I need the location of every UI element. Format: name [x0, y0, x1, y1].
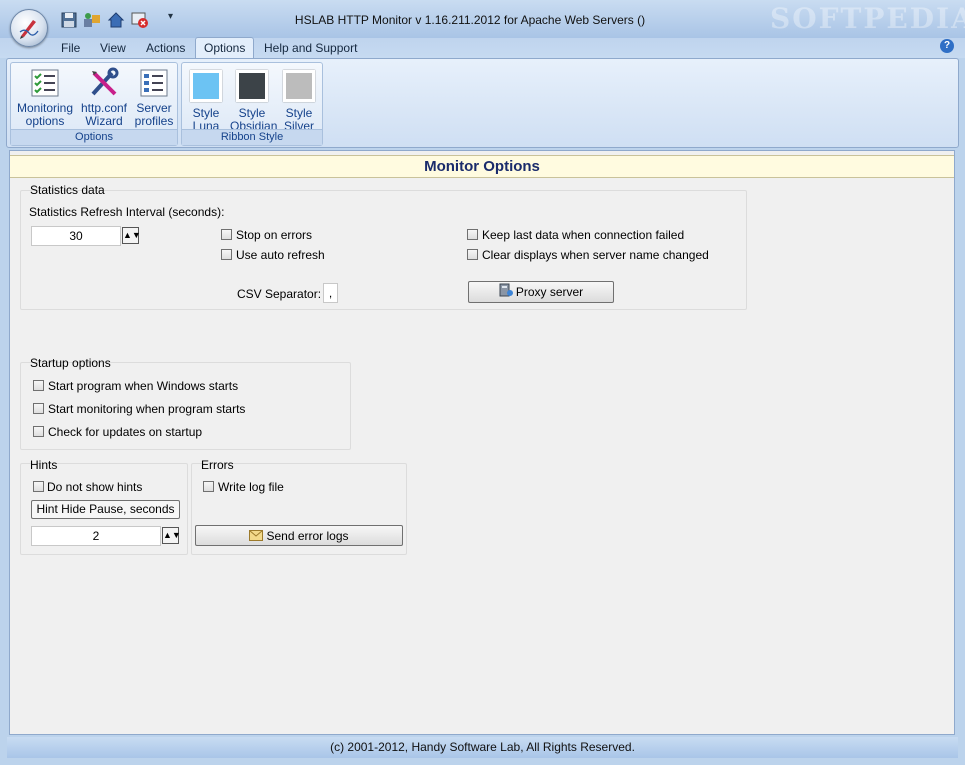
write-log-label: Write log file: [218, 480, 284, 494]
page-title: Monitor Options: [10, 155, 954, 178]
server-profiles-button[interactable]: Server profiles: [133, 67, 175, 128]
tools-icon: [88, 67, 120, 99]
tab-help-and-support[interactable]: Help and Support: [256, 40, 365, 58]
send-error-logs-button[interactable]: Send error logs: [195, 525, 403, 546]
errors-legend: Errors: [201, 458, 234, 472]
server-profiles-label-2: profiles: [134, 114, 174, 128]
proxy-icon: [499, 283, 513, 303]
check-updates-checkbox[interactable]: [33, 426, 44, 437]
keep-last-data-checkbox[interactable]: [467, 229, 478, 240]
obsidian-swatch-icon: [236, 70, 268, 102]
tab-file[interactable]: File: [53, 40, 88, 58]
tab-options[interactable]: Options: [195, 37, 255, 59]
ribbon-style-group-title: Ribbon Style: [182, 129, 322, 145]
tab-view[interactable]: View: [92, 40, 134, 58]
help-icon[interactable]: ?: [940, 39, 954, 53]
stop-on-errors-label: Stop on errors: [236, 228, 313, 242]
application-menu-button[interactable]: [10, 9, 48, 47]
style-obsidian-button[interactable]: Style Obsidian: [230, 67, 277, 133]
status-bar: (c) 2001-2012, Handy Software Lab, All R…: [7, 737, 958, 758]
do-not-show-hints-label: Do not show hints: [47, 480, 143, 494]
pen-icon: [19, 20, 39, 39]
tab-actions[interactable]: Actions: [138, 40, 193, 58]
refresh-interval-input[interactable]: 30: [31, 226, 121, 246]
hint-hide-pause-button[interactable]: Hint Hide Pause, seconds: [31, 500, 180, 519]
style-silver-button[interactable]: Style Silver: [279, 67, 319, 133]
clear-displays-label: Clear displays when server name changed: [482, 248, 709, 262]
hint-pause-input[interactable]: 2: [31, 526, 161, 546]
auto-refresh-label: Use auto refresh: [236, 248, 325, 262]
do-not-show-hints-checkbox[interactable]: [33, 481, 44, 492]
qat-customize-icon[interactable]: ▾: [168, 11, 173, 22]
start-program-label: Start program when Windows starts: [48, 379, 239, 393]
csv-separator-input[interactable]: ,: [323, 283, 338, 303]
luna-swatch-icon: [190, 70, 222, 102]
send-error-logs-label: Send error logs: [266, 529, 349, 543]
save-icon[interactable]: [60, 11, 78, 29]
hints-legend: Hints: [30, 458, 58, 472]
proxy-server-button[interactable]: Proxy server: [468, 281, 614, 303]
watermark: SOFTPEDIA: [770, 2, 965, 35]
clear-displays-checkbox[interactable]: [467, 249, 478, 260]
monitoring-options-label-2: options: [25, 114, 65, 128]
start-program-checkbox[interactable]: [33, 380, 44, 391]
keep-last-data-label: Keep last data when connection failed: [482, 228, 685, 242]
hint-pause-spinner-icon[interactable]: ▲▼: [162, 527, 181, 544]
ribbon-style-group: Style Luna Style Obsidian Style Silver R…: [181, 62, 323, 146]
style-luna-button[interactable]: Style Luna: [186, 67, 226, 133]
startup-legend: Startup options: [30, 356, 111, 370]
disconnect-icon[interactable]: [131, 11, 149, 29]
refresh-interval-spinner-icon[interactable]: ▲▼: [122, 227, 141, 244]
server-wizard-icon[interactable]: [83, 11, 101, 29]
http-conf-wizard-label-2: Wizard: [85, 114, 123, 128]
envelope-icon: [249, 527, 264, 547]
profile-list-icon: [138, 67, 170, 99]
refresh-interval-label: Statistics Refresh Interval (seconds):: [29, 205, 225, 219]
silver-swatch-icon: [283, 70, 315, 102]
options-group-title: Options: [11, 129, 177, 145]
check-updates-label: Check for updates on startup: [48, 425, 203, 439]
auto-refresh-checkbox[interactable]: [221, 249, 232, 260]
start-monitoring-label: Start monitoring when program starts: [48, 402, 246, 416]
csv-separator-label: CSV Separator:: [237, 287, 322, 301]
http-conf-wizard-button[interactable]: http.conf Wizard: [77, 67, 131, 128]
checklist-icon: [29, 67, 61, 99]
home-icon[interactable]: [107, 11, 125, 29]
options-group: Monitoring options http.conf Wizard Serv…: [10, 62, 178, 146]
statistics-legend: Statistics data: [30, 183, 105, 197]
window-title: HSLAB HTTP Monitor v 1.16.211.2012 for A…: [294, 13, 646, 27]
stop-on-errors-checkbox[interactable]: [221, 229, 232, 240]
write-log-checkbox[interactable]: [203, 481, 214, 492]
proxy-server-label: Proxy server: [515, 285, 584, 299]
monitoring-options-button[interactable]: Monitoring options: [17, 67, 73, 128]
start-monitoring-checkbox[interactable]: [33, 403, 44, 414]
